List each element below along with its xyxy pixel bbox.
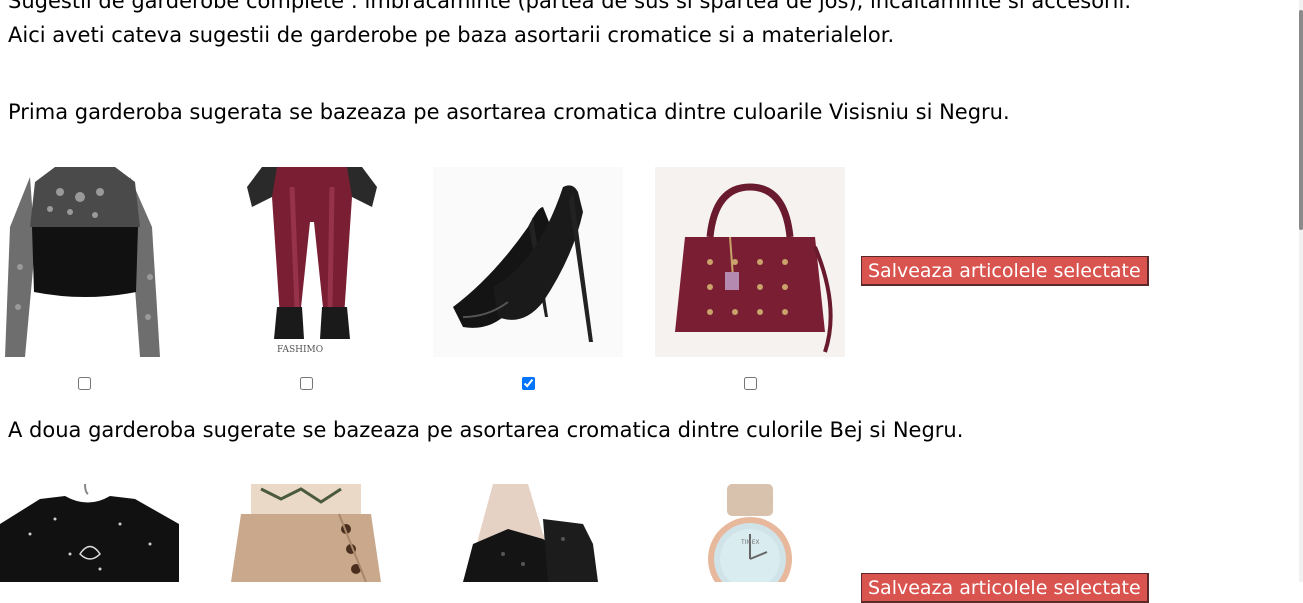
outfit2-item4-image: TIMEX	[655, 484, 845, 582]
outfit1-item3-checkbox[interactable]	[522, 377, 535, 390]
outfit1-description: Prima garderoba sugerata se bazeaza pe a…	[8, 100, 1010, 124]
intro-line-1: Sugestii de garderobe complete : imbraca…	[8, 0, 1132, 13]
outfit2-item3-image	[433, 484, 623, 582]
brand-label: FASHIMO	[277, 345, 323, 355]
outfit1-item2-image: FASHIMO	[222, 167, 412, 357]
outfit2-description: A doua garderoba sugerate se bazeaza pe …	[8, 418, 964, 442]
scrollbar-thumb[interactable]	[1299, 10, 1303, 230]
page-scrollbar[interactable]	[1299, 0, 1303, 582]
outfit1-item4-image	[655, 167, 845, 357]
outfit2-save-button[interactable]: Salveaza articolele selectate	[861, 573, 1149, 603]
outfit1-item4-checkbox[interactable]	[744, 377, 757, 390]
brand-label: TIMEX	[740, 539, 760, 546]
outfit2-item2-image	[211, 484, 401, 582]
outfit1-item1-image	[0, 167, 170, 357]
outfit1-save-button[interactable]: Salveaza articolele selectate	[861, 256, 1149, 286]
outfit1-item3-image	[433, 167, 623, 357]
outfit1-item1-checkbox[interactable]	[78, 377, 91, 390]
outfit2-item1-image	[0, 484, 179, 582]
outfit1-item2-checkbox[interactable]	[300, 377, 313, 390]
intro-line-2: Aici aveti cateva sugestii de garderobe …	[8, 23, 895, 47]
